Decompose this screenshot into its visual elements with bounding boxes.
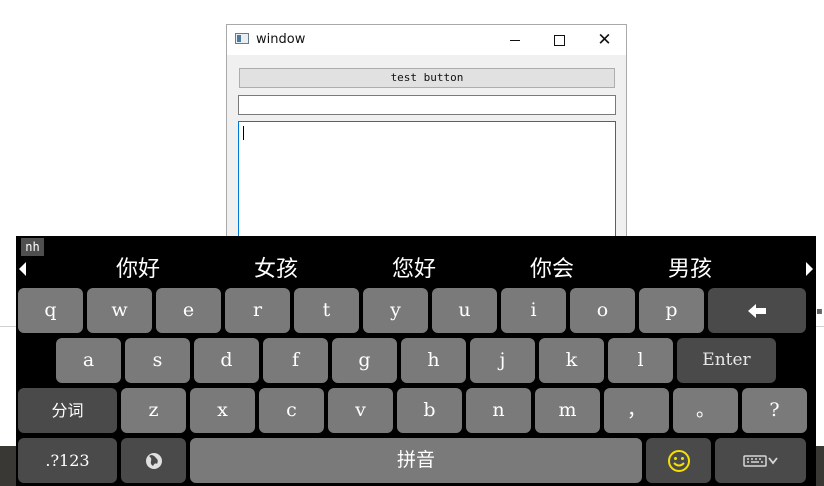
key-y[interactable]: y: [363, 288, 428, 333]
key-j[interactable]: j: [470, 338, 535, 383]
key-m[interactable]: m: [535, 388, 600, 433]
emoji-key[interactable]: [646, 438, 711, 483]
key-g[interactable]: g: [332, 338, 397, 383]
key-p[interactable]: p: [639, 288, 704, 333]
emoji-smiley-icon: [667, 450, 690, 472]
window-title: window: [256, 32, 306, 47]
key-comma[interactable]: ，: [604, 388, 669, 433]
key-x[interactable]: x: [190, 388, 255, 433]
candidate-item[interactable]: 男孩: [668, 255, 712, 285]
test-button[interactable]: test button: [239, 68, 615, 88]
key-n[interactable]: n: [466, 388, 531, 433]
segment-mode-key[interactable]: 分词: [18, 388, 117, 433]
candidate-item[interactable]: 你会: [530, 255, 574, 285]
enter-key[interactable]: Enter: [677, 338, 776, 383]
key-q[interactable]: q: [18, 288, 83, 333]
candidate-item[interactable]: 女孩: [254, 255, 298, 285]
key-a[interactable]: a: [56, 338, 121, 383]
key-period[interactable]: 。: [673, 388, 738, 433]
key-l[interactable]: l: [608, 338, 673, 383]
candidates-prev-icon[interactable]: [19, 262, 26, 276]
key-s[interactable]: s: [125, 338, 190, 383]
space-key[interactable]: 拼音: [190, 438, 642, 483]
key-v[interactable]: v: [328, 388, 393, 433]
candidate-item[interactable]: 你好: [116, 255, 160, 285]
input-mode-badge: nh: [21, 238, 44, 256]
symbols-key[interactable]: .?123: [18, 438, 117, 483]
app-icon: [235, 33, 249, 44]
background-edge-icon: ▪: [816, 306, 823, 317]
backspace-arrow-icon: [748, 304, 766, 318]
backspace-key[interactable]: [708, 288, 806, 333]
title-bar[interactable]: window ✕: [227, 25, 626, 55]
globe-icon: [145, 453, 162, 469]
candidate-item[interactable]: 您好: [392, 255, 436, 285]
text-caret: [243, 126, 244, 140]
minimize-button[interactable]: [492, 25, 537, 55]
keyboard-hide-icon: [742, 455, 778, 467]
key-e[interactable]: e: [156, 288, 221, 333]
minimize-icon: [509, 39, 520, 41]
language-key[interactable]: [121, 438, 186, 483]
key-o[interactable]: o: [570, 288, 635, 333]
hide-keyboard-key[interactable]: [715, 438, 806, 483]
maximize-icon: [554, 34, 565, 46]
virtual-keyboard: nh 你好 女孩 您好 你会 男孩 q w e r t y u i o p a …: [16, 236, 816, 486]
candidates-next-icon[interactable]: [806, 262, 813, 276]
key-f[interactable]: f: [263, 338, 328, 383]
key-question[interactable]: ?: [742, 388, 807, 433]
key-r[interactable]: r: [225, 288, 290, 333]
key-d[interactable]: d: [194, 338, 259, 383]
key-c[interactable]: c: [259, 388, 324, 433]
key-b[interactable]: b: [397, 388, 462, 433]
key-i[interactable]: i: [501, 288, 566, 333]
close-icon: ✕: [597, 30, 612, 50]
maximize-button[interactable]: [537, 25, 582, 55]
key-k[interactable]: k: [539, 338, 604, 383]
app-window: window ✕ test button: [226, 24, 627, 255]
key-h[interactable]: h: [401, 338, 466, 383]
close-button[interactable]: ✕: [582, 25, 627, 55]
key-t[interactable]: t: [294, 288, 359, 333]
line-edit-field[interactable]: [238, 95, 616, 115]
key-z[interactable]: z: [121, 388, 186, 433]
key-u[interactable]: u: [432, 288, 497, 333]
key-w[interactable]: w: [87, 288, 152, 333]
text-area[interactable]: [238, 121, 616, 255]
